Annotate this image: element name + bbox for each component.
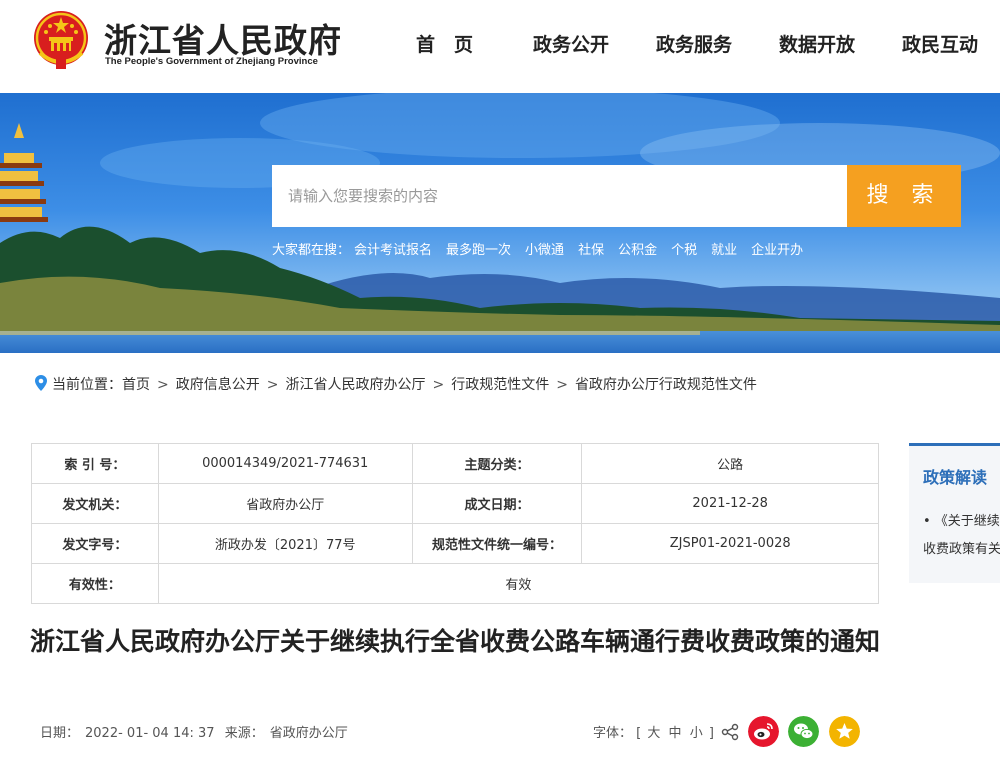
weibo-icon[interactable] xyxy=(748,716,779,747)
breadcrumb-label: 当前位置： xyxy=(52,377,122,393)
breadcrumb-office-normative-docs[interactable]: 省政府办公厅行政规范性文件 xyxy=(575,377,757,393)
nav-item-government-services[interactable]: 政务服务 xyxy=(656,30,732,57)
font-size-large[interactable]: 大 xyxy=(647,726,660,741)
table-row: 索 引 号： 000014349/2021-774631 主题分类： 公路 xyxy=(31,443,879,484)
breadcrumb-normative-docs[interactable]: 行政规范性文件 xyxy=(451,377,549,393)
validity-label: 有效性： xyxy=(31,563,159,604)
issuer-label: 发文机关： xyxy=(31,483,159,524)
breadcrumb-separator: > xyxy=(157,377,169,393)
policy-interpretation-link[interactable]: • 《关于继续执行全省收费公路车辆通行费 收费政策有关问题的解读 xyxy=(923,508,1000,564)
panel-title: 政策解读 xyxy=(923,468,988,487)
star-icon[interactable] xyxy=(829,716,860,747)
index-label: 索 引 号： xyxy=(31,443,159,484)
breadcrumb-general-office[interactable]: 浙江省人民政府办公厅 xyxy=(285,377,425,393)
nav-item-government-affairs[interactable]: 政务公开 xyxy=(533,30,609,57)
hot-link[interactable]: 社保 xyxy=(578,243,604,258)
breadcrumb-home[interactable]: 首页 xyxy=(122,377,150,393)
location-pin-icon xyxy=(35,375,47,391)
site-subtitle: The People's Government of Zhejiang Prov… xyxy=(105,56,318,67)
breadcrumb: 当前位置：首页 > 政府信息公开 > 浙江省人民政府办公厅 > 行政规范性文件 > 省政府办公厅… xyxy=(35,374,757,394)
article-title: 浙江省人民政府办公厅关于继续执行全省收费公路车辆通行费收费政策的通知 xyxy=(30,627,881,656)
breadcrumb-gov-info[interactable]: 政府信息公开 xyxy=(176,377,260,393)
topic-label: 主题分类： xyxy=(411,443,583,484)
font-size-control: 字体： [ 大 中 小 ] xyxy=(593,722,714,741)
validity-value: 有效 xyxy=(157,563,880,604)
policy-interpretation-panel: 政策解读 • 《关于继续执行全省收费公路车辆通行费 收费政策有关问题的解读 xyxy=(909,443,1000,583)
search-button[interactable]: 搜 索 xyxy=(847,165,961,227)
site-header: 浙江省人民政府 The People's Government of Zheji… xyxy=(0,0,1000,93)
breadcrumb-separator: > xyxy=(266,377,279,393)
link-line: 收费政策有关问题的解读 xyxy=(923,542,1000,557)
hot-link[interactable]: 企业开办 xyxy=(751,243,803,258)
breadcrumb-separator: > xyxy=(432,377,445,393)
font-size-label: 字体： xyxy=(593,726,633,741)
nav-item-open-data[interactable]: 数据开放 xyxy=(779,30,855,57)
breadcrumb-separator: > xyxy=(556,377,568,393)
hot-searches: 大家都在搜： 会计考试报名 最多跑一次 小微通 社保 公积金 个税 就业 企业开办 xyxy=(272,239,817,258)
hot-link[interactable]: 就业 xyxy=(711,243,737,258)
font-size-medium[interactable]: 中 xyxy=(669,726,682,741)
table-row: 有效性： 有效 xyxy=(31,563,880,604)
table-row: 发文机关： 省政府办公厅 成文日期： 2021-12-28 xyxy=(31,483,879,524)
wechat-icon[interactable] xyxy=(788,716,819,747)
hot-link[interactable]: 最多跑一次 xyxy=(446,243,511,258)
date-label: 日期： xyxy=(40,726,80,741)
nav-item-home[interactable]: 首 页 xyxy=(416,30,473,57)
topic-value: 公路 xyxy=(581,443,879,484)
source-value: 省政府办公厅 xyxy=(269,726,348,741)
table-row: 发文字号： 浙政办发〔2021〕77号 规范性文件统一编号： ZJSP01-20… xyxy=(31,523,879,564)
document-info-table: 索 引 号： 000014349/2021-774631 主题分类： 公路 发文… xyxy=(31,443,880,604)
publish-date: 2022- 01- 04 14: 37 xyxy=(85,726,215,741)
hot-link[interactable]: 会计考试报名 xyxy=(354,243,432,258)
issuer-value: 省政府办公厅 xyxy=(157,483,413,524)
bracket-close: ] xyxy=(708,726,714,741)
nav-item-interaction[interactable]: 政民互动 xyxy=(902,30,978,57)
hot-searches-label: 大家都在搜： xyxy=(272,243,351,258)
unified-code-label: 规范性文件统一编号： xyxy=(411,523,583,564)
font-size-small[interactable]: 小 xyxy=(690,726,703,741)
issue-date-label: 成文日期： xyxy=(411,483,583,524)
unified-code-value: ZJSP01-2021-0028 xyxy=(581,523,879,564)
article-meta: 日期： 2022- 01- 04 14: 37 来源： 省政府办公厅 xyxy=(40,722,354,741)
main-nav: 首 页 政务公开 政务服务 数据开放 政民互动 xyxy=(0,30,1000,56)
bracket-open: [ xyxy=(636,726,642,741)
hot-link[interactable]: 公积金 xyxy=(618,243,657,258)
share-icon[interactable] xyxy=(721,723,739,741)
source-label: 来源： xyxy=(224,726,264,741)
hot-link[interactable]: 小微通 xyxy=(525,243,564,258)
search-input[interactable]: 请输入您要搜索的内容 xyxy=(272,165,847,227)
index-value: 000014349/2021-774631 xyxy=(157,443,413,484)
doc-number-value: 浙政办发〔2021〕77号 xyxy=(157,523,413,564)
doc-number-label: 发文字号： xyxy=(31,523,159,564)
link-line: • 《关于继续执行全省收费公路车辆通行费 xyxy=(923,514,1000,529)
hot-link[interactable]: 个税 xyxy=(671,243,697,258)
issue-date-value: 2021-12-28 xyxy=(581,483,879,524)
